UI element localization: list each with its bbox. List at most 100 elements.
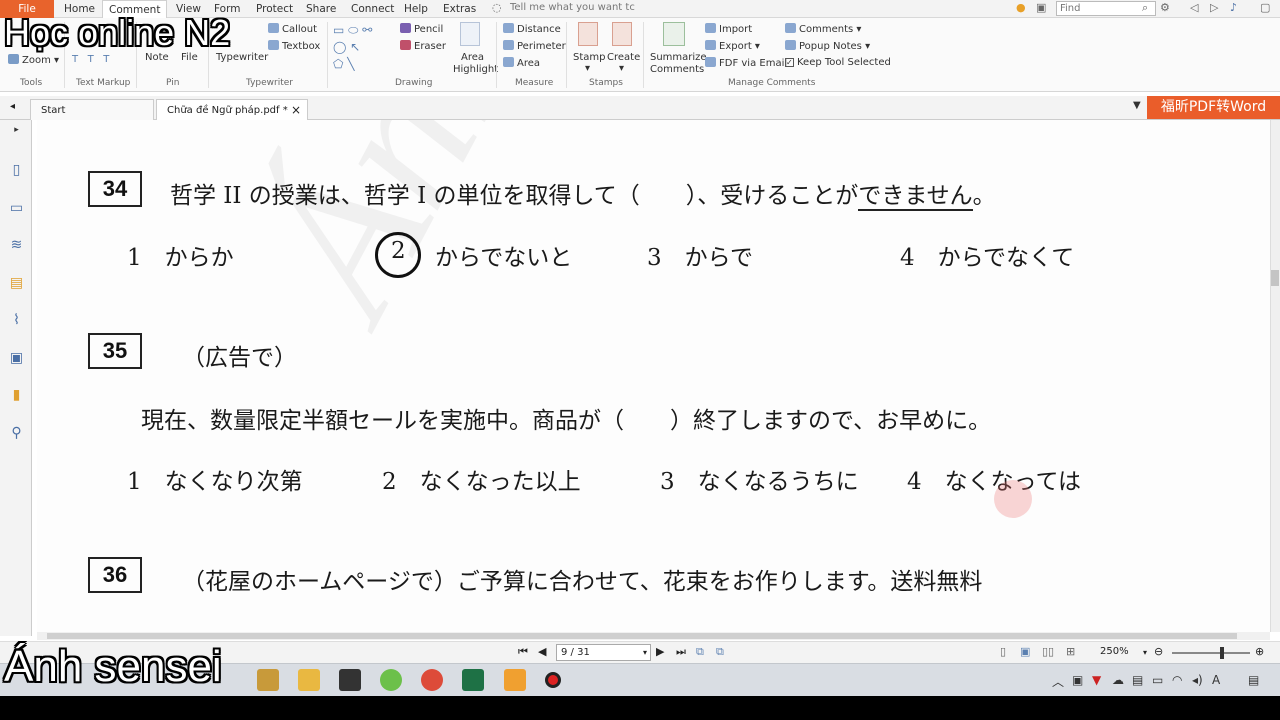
ime-icon[interactable]: A	[1212, 673, 1220, 687]
import-button[interactable]: Import	[705, 23, 752, 35]
pages-icon[interactable]: ▭	[8, 200, 25, 217]
callout-button[interactable]: Callout	[268, 23, 317, 35]
zoom-slider[interactable]	[1172, 652, 1250, 654]
distance-button[interactable]: Distance	[503, 23, 561, 35]
tab-connect[interactable]: Connect	[345, 0, 400, 18]
page-layout-icon[interactable]: ⧉	[716, 645, 724, 659]
cloud-icon[interactable]: ☁	[1112, 673, 1124, 687]
prev-page-icon[interactable]: ◀	[538, 645, 546, 658]
find-input[interactable]: Find	[1056, 1, 1156, 16]
fit-page-icon[interactable]: ⊞	[1066, 645, 1075, 658]
fdf-email-button[interactable]: FDF via Email	[705, 57, 787, 69]
signature-icon[interactable]: ▣	[8, 350, 25, 367]
tab-document[interactable]: Chữa đề Ngữ pháp.pdf * ×	[156, 99, 308, 120]
popup-notes-button[interactable]: Popup Notes ▾	[785, 40, 870, 52]
keep-tool-selected-checkbox[interactable]: ✓ Keep Tool Selected	[785, 57, 891, 68]
tray-chevron-icon[interactable]: ︿	[1052, 673, 1064, 690]
last-page-icon[interactable]: ⏭	[676, 645, 686, 659]
document-viewport[interactable]: Ánh sei 34 哲学 II の授業は、哲学 I の単位を取得して（ ）、受…	[37, 120, 1270, 632]
excel-icon[interactable]	[462, 669, 484, 691]
create-dropdown-icon[interactable]: ▾	[619, 63, 624, 74]
horizontal-scroll-thumb[interactable]	[47, 633, 1237, 639]
tray-app-icon[interactable]: ▣	[1072, 673, 1083, 687]
ad-banner[interactable]: 福昕PDF转Word	[1147, 96, 1280, 119]
notification-icon[interactable]: ▤	[1248, 673, 1259, 687]
store-icon[interactable]	[339, 669, 361, 691]
zoom-icon	[8, 54, 19, 64]
zoom-button[interactable]: Zoom ▾	[8, 54, 59, 66]
textbox-button[interactable]: Textbox	[268, 40, 320, 52]
tell-me-input[interactable]: Tell me what you want tc	[510, 2, 635, 13]
app-icon[interactable]	[257, 669, 279, 691]
layers-icon[interactable]: ≋	[8, 237, 25, 254]
group-pin: Pin	[166, 78, 180, 88]
tabs-dropdown-icon[interactable]: ▼	[1133, 100, 1141, 111]
pencil-button[interactable]: Pencil	[400, 23, 443, 35]
expand-panel-icon[interactable]: ▸	[8, 122, 25, 139]
tab-help[interactable]: Help	[398, 0, 434, 18]
people-icon[interactable]: ⚲	[8, 425, 25, 442]
eraser-button[interactable]: Eraser	[400, 40, 446, 52]
page-view-icon[interactable]: ⧉	[696, 645, 704, 659]
summarize-comments-button[interactable]: Summarize	[650, 52, 707, 63]
tab-share[interactable]: Share	[300, 0, 342, 18]
facing-page-icon[interactable]: ▯▯	[1042, 645, 1054, 658]
bell-icon[interactable]: ♪	[1230, 1, 1237, 14]
lock-icon[interactable]: ▮	[8, 387, 25, 404]
rectangle-tool-icon[interactable]: ▭ ⬭ ⚯	[333, 23, 372, 38]
page-number-input[interactable]: 9 / 31	[556, 644, 651, 661]
antivirus-icon[interactable]: ▼	[1092, 673, 1101, 687]
user-icon[interactable]: ▢	[1260, 1, 1270, 14]
comment-icon[interactable]: ▤	[8, 275, 25, 292]
continuous-page-icon[interactable]: ▣	[1020, 645, 1030, 658]
file-explorer-icon[interactable]	[298, 669, 320, 691]
text-markup-tools[interactable]: T T T	[72, 54, 109, 65]
comments-button[interactable]: Comments ▾	[785, 23, 861, 35]
zoom-dropdown-icon[interactable]: ▾	[1143, 648, 1147, 657]
attachment-icon[interactable]: ⌇	[8, 312, 25, 329]
area-highlight-button-label[interactable]: Highlight	[453, 64, 498, 75]
search-doc-icon[interactable]: ▣	[1036, 1, 1046, 14]
vertical-scrollbar[interactable]	[1270, 120, 1280, 632]
zoom-level[interactable]: 250%	[1100, 646, 1129, 657]
zoom-slider-knob[interactable]	[1220, 647, 1224, 659]
q35-option-3: 3 なくなるうちに	[660, 469, 859, 495]
bookmark-icon[interactable]: ▯	[8, 162, 25, 179]
tab-protect[interactable]: Protect	[250, 0, 299, 18]
polygon-tool-icon[interactable]: ⬠ ╲	[333, 57, 354, 71]
network-icon[interactable]: ▤	[1132, 673, 1143, 687]
stamp-button[interactable]: Stamp	[573, 52, 606, 63]
summarize-comments-button-label[interactable]: Comments	[650, 64, 704, 75]
tab-extras[interactable]: Extras	[437, 0, 482, 18]
foxit-icon[interactable]	[504, 669, 526, 691]
line-app-icon[interactable]	[380, 669, 402, 691]
back-icon[interactable]: ◁	[1190, 1, 1198, 14]
zoom-out-icon[interactable]: ⊖	[1154, 645, 1163, 658]
page-dropdown-icon[interactable]: ▾	[643, 648, 647, 657]
area-highlight-button[interactable]: Area	[461, 52, 484, 63]
next-page-icon[interactable]: ▶	[656, 645, 664, 658]
ellipse-tool-icon[interactable]: ◯ ↖	[333, 40, 360, 54]
zoom-in-icon[interactable]: ⊕	[1255, 645, 1264, 658]
chrome-icon[interactable]	[421, 669, 443, 691]
stamp-dropdown-icon[interactable]: ▾	[585, 63, 590, 74]
wifi-icon[interactable]: ◠	[1172, 673, 1182, 687]
battery-icon[interactable]: ▭	[1152, 673, 1163, 687]
record-icon[interactable]	[545, 672, 561, 688]
area-button[interactable]: Area	[503, 57, 540, 69]
forward-icon[interactable]: ▷	[1210, 1, 1218, 14]
tab-scroll-icon[interactable]: ◂	[10, 101, 15, 112]
create-button[interactable]: Create	[607, 52, 640, 63]
search-icon[interactable]: ⌕	[1142, 1, 1148, 15]
export-button[interactable]: Export ▾	[705, 40, 760, 52]
smiley-icon[interactable]: ●	[1016, 1, 1026, 14]
single-page-icon[interactable]: ▯	[1000, 645, 1006, 658]
gear-icon[interactable]: ⚙	[1160, 1, 1170, 14]
tab-start[interactable]: Start	[30, 99, 154, 120]
close-tab-icon[interactable]: ×	[291, 100, 301, 121]
perimeter-button[interactable]: Perimeter	[503, 40, 566, 52]
volume-icon[interactable]: ◂)	[1192, 673, 1203, 687]
vertical-scroll-thumb[interactable]	[1271, 270, 1279, 286]
first-page-icon[interactable]: ⏮	[518, 645, 528, 659]
group-measure: Measure	[515, 78, 554, 88]
